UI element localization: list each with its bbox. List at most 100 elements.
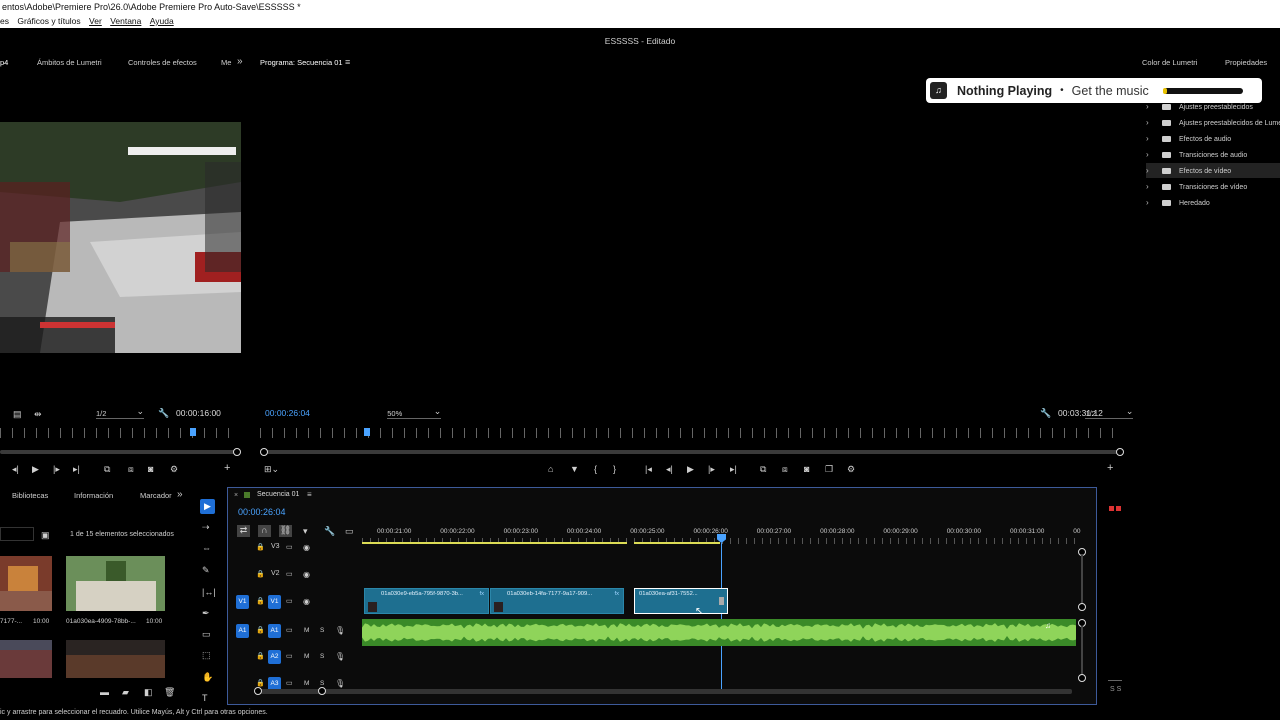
new-bin-icon[interactable]: ▣ xyxy=(41,530,50,540)
add-button-icon[interactable]: + xyxy=(224,463,230,474)
mute-button[interactable]: M xyxy=(304,653,309,660)
mute-button[interactable]: M xyxy=(304,680,309,687)
timeline-hscroll[interactable] xyxy=(260,689,1072,694)
sync-lock-icon[interactable]: ▭ xyxy=(286,570,293,580)
insert-icon[interactable]: ⧉ xyxy=(104,464,110,474)
program-add-button-icon[interactable]: + xyxy=(1107,463,1113,474)
program-wrench-icon[interactable]: 🔧 xyxy=(1040,408,1051,418)
chevron-right-icon[interactable]: › xyxy=(1146,115,1156,130)
project-search-input[interactable] xyxy=(0,527,34,541)
get-music-link[interactable]: Get the music xyxy=(1072,84,1149,98)
source-patch-v1[interactable]: V1 xyxy=(236,595,249,609)
fit-icon[interactable]: ⇹ xyxy=(34,409,42,419)
tab-metadata[interactable]: Me xyxy=(221,58,231,67)
effects-tree-item[interactable]: › Efectos de audio xyxy=(1146,131,1280,146)
tab-libraries[interactable]: Bibliotecas xyxy=(12,491,48,500)
play-icon[interactable]: ▶ xyxy=(32,464,39,474)
source-resolution-select[interactable]: 1/2 xyxy=(96,406,144,419)
tab-p4[interactable]: p4 xyxy=(0,58,8,67)
microphone-icon[interactable]: 🎙 xyxy=(335,626,345,636)
project-thumb-4[interactable] xyxy=(66,640,165,678)
work-area-bar-2[interactable] xyxy=(634,542,720,544)
program-settings-icon[interactable]: ⚙ xyxy=(847,464,855,474)
clip-3[interactable]: 01a030ea-af31-7552... xyxy=(634,588,728,614)
audio-vscroll-track[interactable] xyxy=(1081,626,1083,676)
program-step-forward-icon[interactable]: |▸ xyxy=(708,464,715,474)
solo-button[interactable]: S xyxy=(320,680,324,687)
trash-icon[interactable]: 🗑 xyxy=(164,687,175,697)
effects-tree-item[interactable]: › Ajustes preestablecidos xyxy=(1146,99,1280,114)
go-to-out-icon[interactable]: ▸| xyxy=(73,464,80,474)
compare-icon[interactable]: ❐ xyxy=(825,464,833,474)
track-header-v1[interactable]: V1 🔒 V1 ▭ ◉ xyxy=(228,595,358,619)
chevron-right-icon[interactable]: › xyxy=(1146,179,1156,194)
wrench-icon[interactable]: 🔧 xyxy=(158,408,169,418)
track-header-a1[interactable]: A1 🔒 A1 ▭ M S 🎙 xyxy=(228,624,358,648)
lock-icon[interactable]: 🔒 xyxy=(256,543,265,553)
menu-item-ventana[interactable]: Ventana xyxy=(110,15,141,28)
rectangle-icon[interactable]: ▭ xyxy=(202,629,211,639)
source-patch-a1[interactable]: A1 xyxy=(236,624,249,638)
razor-icon[interactable]: ✎ xyxy=(202,565,210,575)
lock-icon[interactable]: 🔒 xyxy=(256,570,265,580)
sequence-menu-icon[interactable]: ≡ xyxy=(307,490,312,499)
nest-icon[interactable]: ⇄ xyxy=(237,525,250,537)
project-tabs-overflow-icon[interactable]: » xyxy=(177,489,183,500)
program-playhead[interactable] xyxy=(364,428,370,436)
lock-icon[interactable]: 🔒 xyxy=(256,597,265,607)
lift-clip-icon[interactable]: ⧉ xyxy=(760,464,766,474)
project-thumb-1[interactable] xyxy=(0,556,52,611)
step-back-icon[interactable]: ◂| xyxy=(12,464,19,474)
ripple-edit-icon[interactable]: ⇔ xyxy=(202,543,211,553)
camera-icon[interactable]: ◙ xyxy=(148,464,153,474)
timeline-settings-icon[interactable]: 🔧 xyxy=(324,526,335,536)
project-thumb-2[interactable] xyxy=(66,556,165,611)
tab-program-monitor[interactable]: Programa: Secuencia 01 xyxy=(260,58,343,67)
program-play-icon[interactable]: ▶ xyxy=(687,464,694,474)
lock-icon[interactable]: 🔒 xyxy=(256,652,265,662)
overwrite-icon[interactable]: ⧈ xyxy=(128,464,134,474)
program-zoom-bar[interactable] xyxy=(262,450,1122,454)
eye-icon[interactable]: ◉ xyxy=(303,597,310,607)
microphone-icon[interactable]: 🎙 xyxy=(335,652,345,662)
settings-gear-icon[interactable]: ⚙ xyxy=(170,464,178,474)
track-target-a2[interactable]: A2 xyxy=(268,650,281,664)
sync-lock-icon[interactable]: ▭ xyxy=(286,679,293,689)
tab-effect-controls[interactable]: Controles de efectos xyxy=(128,58,197,67)
program-ruler[interactable] xyxy=(260,428,1122,438)
eye-icon[interactable]: ◉ xyxy=(303,570,310,580)
program-camera-icon[interactable]: ◙ xyxy=(804,464,809,474)
effects-tree-item[interactable]: › Ajustes preestablecidos de Lumetri xyxy=(1146,115,1280,130)
source-ruler[interactable] xyxy=(0,428,238,438)
folder-icon[interactable]: ▰ xyxy=(122,687,129,697)
video-vscroll-track[interactable] xyxy=(1081,554,1083,606)
project-thumb-3[interactable] xyxy=(0,640,52,678)
menu-item-graficos[interactable]: Gráficos y títulos xyxy=(17,15,80,28)
menu-item-edicion[interactable]: es xyxy=(0,15,9,28)
transform-icon[interactable]: ⬚ xyxy=(202,650,211,660)
effects-tree-item[interactable]: › Transiciones de vídeo xyxy=(1146,179,1280,194)
track-header-v3[interactable]: 🔒 V3 ▭ ◉ xyxy=(228,541,358,565)
program-step-back-icon[interactable]: ◂| xyxy=(666,464,673,474)
pen-icon[interactable]: ✒ xyxy=(202,608,210,618)
source-zoom-handle[interactable] xyxy=(233,448,241,456)
effects-tree-item[interactable]: › Transiciones de audio xyxy=(1146,147,1280,162)
tabs-overflow-icon[interactable]: » xyxy=(237,56,243,67)
export-frame-icon[interactable]: ⊞⌄ xyxy=(264,464,279,474)
tab-info[interactable]: Información xyxy=(74,491,113,500)
new-item-icon[interactable]: ◧ xyxy=(144,687,153,697)
menu-item-ayuda[interactable]: Ayuda xyxy=(150,15,174,28)
extract-clip-icon[interactable]: ⧈ xyxy=(782,464,788,474)
clip-2[interactable]: 01a030eb-14fa-7177-9a17-909... fx xyxy=(490,588,624,614)
add-marker-icon[interactable]: ▾ xyxy=(303,526,308,536)
linked-selection-icon[interactable]: ⛓ xyxy=(279,525,292,537)
close-sequence-icon[interactable]: × xyxy=(234,492,238,499)
lift-icon[interactable]: ⌂ xyxy=(548,464,553,474)
hscroll-right-handle[interactable] xyxy=(318,687,326,695)
audio-vscroll-bottom-handle[interactable] xyxy=(1078,674,1086,682)
hand-icon[interactable]: ✋ xyxy=(202,672,213,682)
chevron-right-icon[interactable]: › xyxy=(1146,131,1156,146)
eye-icon[interactable]: ◉ xyxy=(303,543,310,553)
menu-item-ver[interactable]: Ver xyxy=(89,15,102,28)
source-playhead[interactable] xyxy=(190,428,196,436)
